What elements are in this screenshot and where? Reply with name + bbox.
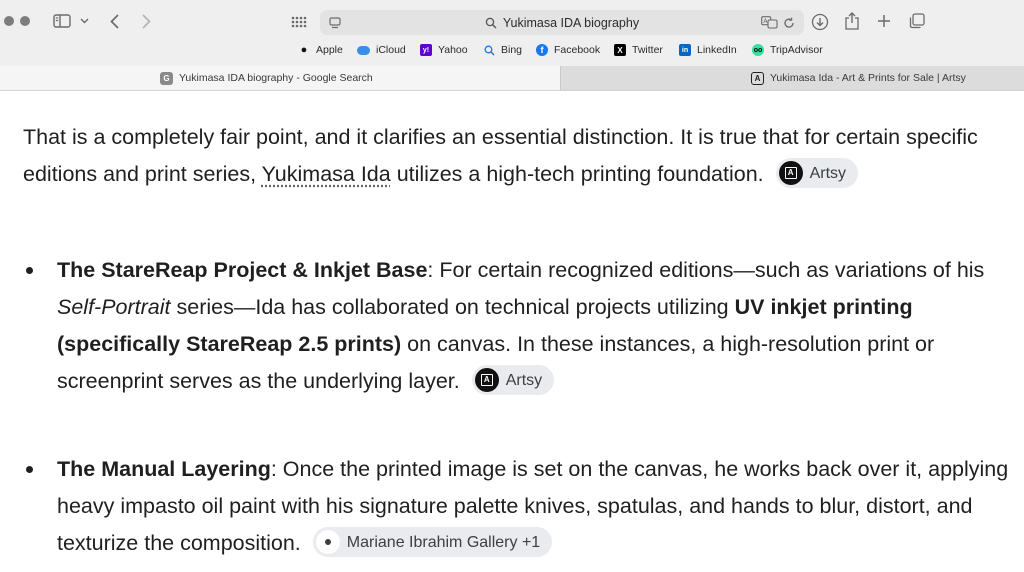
address-bar[interactable]: Yukimasa IDA biography A (320, 10, 804, 35)
bookmark-tripadvisor[interactable]: oo TripAdvisor (752, 44, 823, 56)
page-content: That is a completely fair point, and it … (0, 91, 1024, 572)
source-chip-mariane-ibrahim[interactable]: Mariane Ibrahim Gallery +1 (312, 527, 553, 558)
icloud-icon (357, 45, 370, 55)
bullet-text: : For certain recognized editions—such a… (427, 258, 985, 282)
tab-bar: G Yukimasa IDA biography - Google Search… (0, 66, 1024, 90)
forward-icon[interactable] (138, 11, 154, 31)
new-tab-icon[interactable] (875, 12, 893, 30)
source-label: Artsy (809, 164, 847, 182)
gallery-icon (315, 530, 340, 555)
bookmark-apple[interactable]: ● Apple (298, 44, 343, 56)
downloads-icon[interactable] (810, 12, 830, 32)
grid-apps-icon[interactable] (290, 13, 308, 31)
bookmark-label: TripAdvisor (770, 44, 823, 56)
bookmarks-bar: ● Apple iCloud y! Yahoo Bing f Facebook X Tw… (0, 42, 1024, 62)
bookmark-label: Bing (501, 44, 523, 56)
bullet-text: series—Ida has collaborated on technical… (170, 295, 735, 319)
tripadvisor-icon: oo (752, 44, 764, 56)
search-icon (485, 17, 497, 29)
source-chip-artsy[interactable]: A Artsy (471, 365, 555, 396)
bookmark-label: LinkedIn (697, 44, 737, 56)
sidebar-toggle-icon[interactable] (52, 12, 72, 30)
bookmark-label: iCloud (376, 44, 406, 56)
window-close-button[interactable] (4, 16, 14, 26)
bullet-dot (26, 466, 33, 473)
twitter-x-icon: X (614, 44, 626, 56)
yahoo-icon: y! (420, 44, 432, 56)
bookmark-label: Facebook (554, 44, 601, 56)
intro-paragraph: That is a completely fair point, and it … (23, 119, 998, 193)
bookmark-label: Twitter (632, 44, 663, 56)
bookmark-label: Apple (316, 44, 343, 56)
address-text: Yukimasa IDA biography (502, 15, 640, 30)
bookmark-linkedin[interactable]: in LinkedIn (679, 44, 737, 56)
intro-text-end: utilizes a high-tech printing foundation… (390, 162, 764, 186)
source-label: Mariane Ibrahim Gallery +1 (346, 533, 541, 551)
source-chip-artsy[interactable]: A Artsy (775, 158, 859, 189)
reload-icon[interactable] (782, 15, 796, 30)
bullet-item-starereap: The StareReap Project & Inkjet Base: For… (57, 252, 1022, 400)
linkedin-icon: in (679, 44, 691, 56)
yukimasa-ida-link[interactable]: Yukimasa Ida (262, 162, 391, 186)
back-icon[interactable] (106, 11, 122, 31)
bookmark-twitter[interactable]: X Twitter (614, 44, 663, 56)
tab-artsy[interactable]: A Yukimasa Ida - Art & Prints for Sale |… (560, 66, 1024, 90)
translate-icon[interactable]: A (760, 15, 778, 30)
bookmark-icloud[interactable]: iCloud (357, 44, 406, 56)
bullet-italic: Self-Portrait (57, 295, 171, 319)
google-favicon-icon: G (160, 71, 173, 85)
tab-label: Yukimasa Ida - Art & Prints for Sale | A… (770, 72, 966, 84)
bullet-dot (26, 267, 33, 274)
tab-label: Yukimasa IDA biography - Google Search (179, 72, 373, 84)
bullet-title: The StareReap Project & Inkjet Base (57, 258, 428, 282)
source-label: Artsy (505, 371, 543, 389)
bullet-item-manual-layering: The Manual Layering: Once the printed im… (57, 451, 1022, 562)
facebook-icon: f (536, 44, 548, 56)
artsy-favicon-icon: A (751, 71, 764, 85)
bullet-title: The Manual Layering (57, 457, 271, 481)
chevron-down-icon[interactable] (78, 14, 90, 28)
browser-chrome: Yukimasa IDA biography A ● Apple iCloud (0, 0, 1024, 90)
share-icon[interactable] (843, 10, 861, 32)
toolbar: Yukimasa IDA biography A (0, 0, 1024, 42)
artsy-icon: A (474, 368, 499, 393)
bookmark-bing[interactable]: Bing (483, 44, 522, 56)
apple-icon: ● (300, 44, 308, 56)
bookmark-yahoo[interactable]: y! Yahoo (420, 44, 468, 56)
tab-google-search[interactable]: G Yukimasa IDA biography - Google Search (0, 66, 560, 90)
artsy-icon: A (778, 161, 803, 186)
page-menu-icon[interactable] (328, 16, 342, 30)
window-minimize-button[interactable] (20, 16, 30, 26)
bookmark-facebook[interactable]: f Facebook (536, 44, 600, 56)
bookmark-label: Yahoo (438, 44, 468, 56)
bing-icon (483, 44, 495, 56)
tab-overview-icon[interactable] (907, 12, 927, 30)
